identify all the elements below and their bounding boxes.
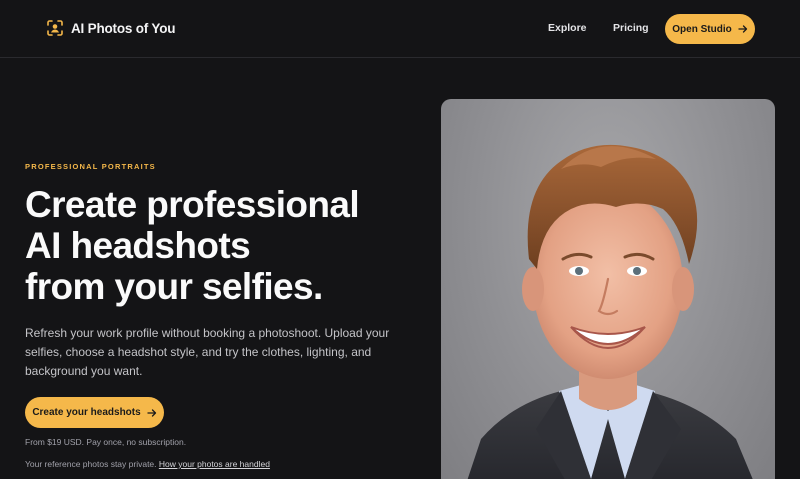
face-scan-icon (47, 20, 63, 36)
hero-eyebrow: PROFESSIONAL PORTRAITS (25, 162, 156, 171)
nav-link-explore[interactable]: Explore (548, 22, 587, 34)
brand-logo[interactable]: AI Photos of You (47, 20, 175, 36)
privacy-policy-link[interactable]: How your photos are handled (159, 459, 270, 469)
brand-name: AI Photos of You (71, 20, 176, 36)
arrow-right-icon (738, 25, 747, 33)
create-headshots-label: Create your headshots (32, 407, 141, 418)
open-studio-label: Open Studio (672, 23, 732, 35)
hero-description: Refresh your work profile without bookin… (25, 324, 395, 381)
arrow-right-icon (147, 408, 156, 417)
headline-line: from your selfies. (25, 266, 323, 307)
headline-line: AI headshots (25, 225, 251, 266)
description-line: background you want. (25, 364, 143, 378)
headline-line: Create professional (25, 184, 360, 225)
nav-link-pricing[interactable]: Pricing (613, 22, 649, 34)
top-navbar: AI Photos of You Explore Pricing Open St… (0, 0, 800, 58)
description-line: Refresh your work profile without bookin… (25, 326, 390, 340)
hero-headline: Create professional AI headshots from yo… (25, 184, 425, 307)
privacy-note: Your reference photos stay private. How … (25, 459, 270, 469)
description-line: selfies, choose a headshot style, and tr… (25, 345, 372, 359)
headshot-portrait-illustration (467, 144, 753, 479)
create-headshots-button[interactable]: Create your headshots (25, 397, 164, 428)
privacy-text: Your reference photos stay private. (25, 459, 159, 469)
open-studio-button[interactable]: Open Studio (665, 14, 755, 44)
price-note: From $19 USD. Pay once, no subscription. (25, 437, 187, 447)
headshot-example-image (441, 99, 775, 479)
